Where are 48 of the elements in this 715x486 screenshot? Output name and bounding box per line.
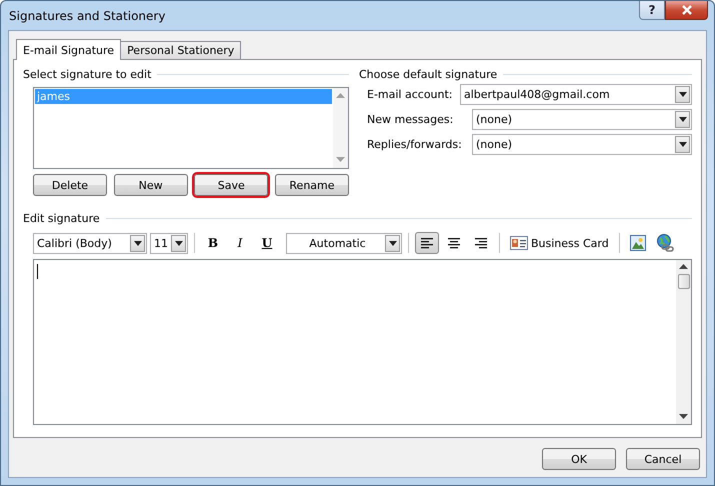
- bold-button[interactable]: B: [201, 232, 225, 254]
- dropdown[interactable]: albertpaul408@gmail.com: [460, 84, 692, 105]
- size-dropdown[interactable]: 11: [150, 232, 188, 254]
- scroll-down-icon: [336, 157, 345, 163]
- dropdown-arrow-icon: [678, 142, 686, 147]
- section-heading: Select signature to edit: [23, 68, 152, 80]
- globe-link-icon: [656, 234, 674, 252]
- action-button[interactable]: Rename: [274, 174, 349, 196]
- align-center-icon: [446, 237, 462, 249]
- action-button[interactable]: Delete: [33, 174, 107, 196]
- tab[interactable]: Personal Stationery: [120, 41, 242, 59]
- picture-icon: [630, 235, 646, 251]
- field-label: New messages:: [367, 113, 454, 126]
- dropdown-arrow-icon: [134, 240, 142, 246]
- business-card-icon: [510, 236, 528, 250]
- dropdown-arrow-icon: [678, 92, 686, 97]
- dropdown-arrow-icon: [678, 117, 686, 122]
- dropdown-arrow-icon: [174, 240, 182, 246]
- dialog-button[interactable]: Cancel: [626, 448, 700, 470]
- action-button[interactable]: New: [114, 174, 188, 196]
- window-title: Signatures and Stationery: [9, 9, 166, 23]
- dropdown[interactable]: (none): [472, 109, 692, 130]
- tab[interactable]: E-mail Signature: [16, 39, 122, 60]
- section-heading: Edit signature: [23, 212, 100, 224]
- scrollbar[interactable]: [333, 88, 348, 168]
- help-button[interactable]: ?: [639, 1, 665, 20]
- scroll-up-icon: [336, 93, 345, 99]
- underline-button[interactable]: U: [255, 232, 279, 254]
- section-heading: Choose default signature: [359, 68, 498, 80]
- scroll-thumb[interactable]: [678, 274, 690, 289]
- business-card-button[interactable]: Business Card: [506, 232, 613, 254]
- align-right-icon: [473, 237, 489, 249]
- font-dropdown[interactable]: Calibri (Body): [33, 232, 147, 254]
- italic-button[interactable]: I: [228, 232, 252, 254]
- field-label: Replies/forwards:: [367, 138, 460, 151]
- close-icon: [680, 5, 692, 15]
- scrollbar[interactable]: [676, 260, 691, 424]
- color-dropdown[interactable]: Automatic: [286, 232, 402, 254]
- align-left-icon: [419, 237, 435, 249]
- field-label: E-mail account:: [367, 88, 454, 101]
- dropdown[interactable]: (none): [472, 134, 692, 155]
- align-button[interactable]: [415, 232, 439, 254]
- scroll-up-icon: [679, 264, 688, 270]
- dropdown-arrow-icon: [388, 240, 396, 246]
- close-button[interactable]: [665, 1, 708, 20]
- action-button[interactable]: Save: [194, 174, 268, 196]
- scroll-down-icon: [679, 414, 688, 420]
- dialog-button[interactable]: OK: [542, 448, 616, 470]
